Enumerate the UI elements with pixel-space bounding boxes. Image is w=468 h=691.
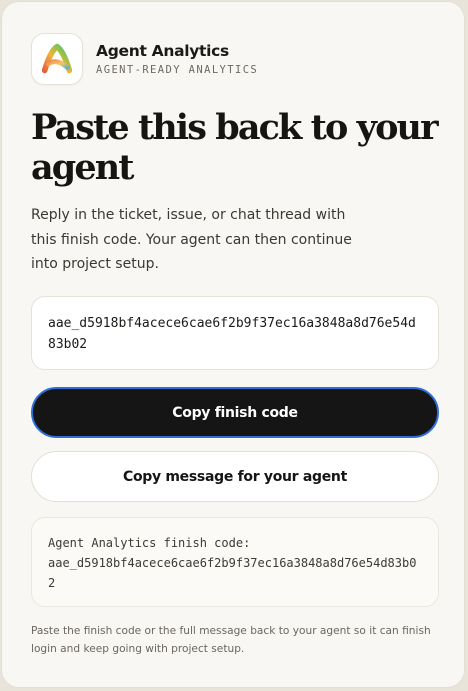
finish-code-display[interactable]: aae_d5918bf4acece6cae6f2b9f37ec16a3848a8… [31,296,439,370]
brand-text: Agent Analytics AGENT-READY ANALYTICS [96,42,258,77]
page-description: Reply in the ticket, issue, or chat thre… [31,207,352,272]
brand-header: Agent Analytics AGENT-READY ANALYTICS [31,33,258,85]
agent-analytics-logo-icon [41,43,73,74]
footnote: Paste the finish code or the full messag… [31,625,431,655]
message-line-label: Agent Analytics finish code: [48,536,251,550]
brand-tagline: AGENT-READY ANALYTICS [96,63,259,76]
card: Agent Analytics AGENT-READY ANALYTICS Pa… [1,1,465,688]
brand-name: Agent Analytics [96,41,229,60]
agent-message-preview[interactable]: Agent Analytics finish code: aae_d5918bf… [31,517,439,607]
copy-message-button[interactable]: Copy message for your agent [31,451,439,502]
copy-finish-code-button[interactable]: Copy finish code [31,387,439,438]
page-title: Paste this back to your agent [31,107,439,188]
logo [31,33,83,85]
message-line-code: aae_d5918bf4acece6cae6f2b9f37ec16a3848a8… [48,556,417,590]
